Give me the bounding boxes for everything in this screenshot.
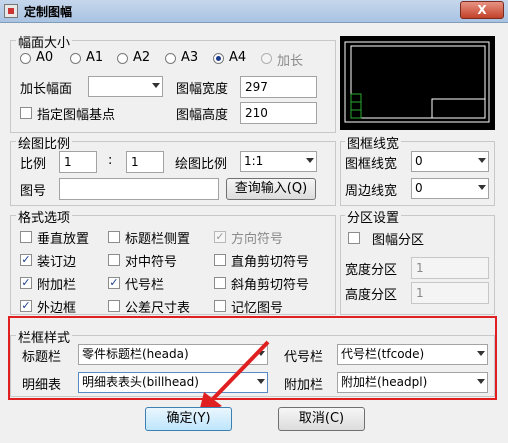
checkbox-outer-border[interactable]: ✓ <box>20 300 32 312</box>
chevron-down-icon <box>478 185 486 190</box>
radio-a3[interactable] <box>165 53 176 64</box>
radio-a4-label: A4 <box>229 50 247 65</box>
checkbox-remember-drawing-no-label: 记忆图号 <box>231 301 284 316</box>
title-bar: 定制图幅 X <box>0 0 508 23</box>
radio-a0-label: A0 <box>36 50 54 65</box>
checkbox-right-angle-cut[interactable] <box>214 254 226 266</box>
zone-width-input: 1 <box>411 257 489 279</box>
chevron-down-icon <box>477 351 485 356</box>
checkbox-direction-symbol: ✓ <box>214 230 226 243</box>
checkbox-center-mark[interactable] <box>108 254 120 266</box>
checkbox-extra-bar-label: 附加栏 <box>37 278 77 293</box>
base-point-checkbox[interactable] <box>20 107 32 119</box>
zone-label: 图幅分区 <box>372 233 425 248</box>
drawing-scale-select[interactable]: 1:1 <box>240 151 317 172</box>
title-bar-style-value: 零件标题栏(heada) <box>82 347 189 361</box>
arrow-shaft <box>208 340 270 404</box>
zone-height-input: 1 <box>411 282 489 304</box>
checkbox-tolerance-table[interactable] <box>108 300 120 312</box>
checkbox-extra-bar[interactable]: ✓ <box>20 277 32 289</box>
drawing-scale-value: 1:1 <box>244 154 264 168</box>
code-bar-style-label: 代号栏 <box>284 350 324 365</box>
zone-checkbox[interactable] <box>348 232 360 244</box>
chevron-down-icon <box>152 83 160 88</box>
extended-size-label: 加长幅面 <box>20 82 73 97</box>
checkbox-outer-border-label: 外边框 <box>37 301 77 316</box>
checkbox-binding-edge[interactable]: ✓ <box>20 254 32 266</box>
window-title: 定制图幅 <box>24 5 73 19</box>
drawing-no-input[interactable] <box>59 178 219 200</box>
checkbox-bevel-cut[interactable] <box>214 277 226 289</box>
radio-a1-label: A1 <box>86 50 104 65</box>
radio-extended-label: 加长 <box>277 54 304 69</box>
ratio-label: 比例 <box>20 157 47 172</box>
chevron-down-icon <box>477 379 485 384</box>
code-bar-style-value: 代号栏(tfcode) <box>341 347 425 361</box>
checkbox-vertical-label: 垂直放置 <box>37 232 90 247</box>
border-line-width-select[interactable]: 0 <box>411 178 489 199</box>
detail-table-style-label: 明细表 <box>22 378 62 393</box>
checkbox-remember-drawing-no[interactable] <box>214 300 226 312</box>
extra-bar-style-select[interactable]: 附加栏(headpl) <box>337 372 488 393</box>
frame-line-width-label: 图框线宽 <box>345 157 398 172</box>
checkbox-vertical[interactable] <box>20 231 32 243</box>
scale-legend: 绘图比例 <box>16 133 73 152</box>
checkbox-right-angle-cut-label: 直角剪切符号 <box>231 255 310 270</box>
base-point-label: 指定图幅基点 <box>37 108 116 123</box>
checkbox-title-side[interactable] <box>108 231 120 243</box>
ratio-colon: : <box>108 153 113 168</box>
radio-a1[interactable] <box>70 53 81 64</box>
checkbox-center-mark-label: 对中符号 <box>125 255 178 270</box>
radio-a2[interactable] <box>117 53 128 64</box>
radio-a0[interactable] <box>20 53 31 64</box>
ratio-right-input[interactable]: 1 <box>126 151 164 173</box>
zones-legend: 分区设置 <box>345 207 402 226</box>
checkbox-code-bar-label: 代号栏 <box>125 278 165 293</box>
zone-width-label: 宽度分区 <box>345 263 398 278</box>
ratio-left-input[interactable]: 1 <box>59 151 97 173</box>
checkbox-direction-symbol-label: 方向符号 <box>231 232 284 247</box>
border-line-width-value: 0 <box>415 181 423 195</box>
chevron-down-icon <box>306 158 314 163</box>
extended-size-select[interactable] <box>88 76 163 97</box>
checkbox-tolerance-table-label: 公差尺寸表 <box>125 301 191 316</box>
frame-preview <box>340 36 495 130</box>
query-input-button[interactable]: 查询输入(Q) <box>226 178 316 200</box>
drawing-no-label: 图号 <box>20 184 47 199</box>
radio-a2-label: A2 <box>133 50 151 65</box>
frame-line-width-select[interactable]: 0 <box>411 151 489 172</box>
radio-a4[interactable] <box>213 53 224 64</box>
zone-height-label: 高度分区 <box>345 288 398 303</box>
format-options-legend: 格式选项 <box>16 207 73 226</box>
paper-width-input[interactable]: 297 <box>240 76 317 98</box>
paper-width-label: 图幅宽度 <box>176 82 229 97</box>
checkbox-code-bar[interactable]: ✓ <box>108 277 120 289</box>
extra-bar-style-value: 附加栏(headpl) <box>341 375 428 389</box>
radio-a3-label: A3 <box>181 50 199 65</box>
drawing-scale-label: 绘图比例 <box>175 157 228 172</box>
paper-height-input[interactable]: 210 <box>240 102 317 124</box>
chevron-down-icon <box>478 158 486 163</box>
cancel-button[interactable]: 取消(C) <box>278 407 365 431</box>
radio-extended <box>261 53 272 64</box>
border-line-width-label: 周边线宽 <box>345 184 398 199</box>
ok-button[interactable]: 确定(Y) <box>145 407 232 431</box>
paper-size-legend: 幅面大小 <box>16 32 73 51</box>
frame-width-legend: 图框线宽 <box>345 133 402 152</box>
title-bar-style-label: 标题栏 <box>22 350 62 365</box>
checkbox-binding-edge-label: 装订边 <box>37 255 77 270</box>
checkbox-bevel-cut-label: 斜角剪切符号 <box>231 278 310 293</box>
frame-line-width-value: 0 <box>415 154 423 168</box>
app-icon <box>4 4 18 18</box>
close-button[interactable]: X <box>460 1 504 19</box>
extra-bar-style-label: 附加栏 <box>284 378 324 393</box>
paper-height-label: 图幅高度 <box>176 108 229 123</box>
frame-style-legend: 栏框样式 <box>16 327 73 346</box>
frame-preview-drawing <box>344 41 490 123</box>
code-bar-style-select[interactable]: 代号栏(tfcode) <box>337 344 488 365</box>
checkbox-title-side-label: 标题栏侧置 <box>125 232 191 247</box>
